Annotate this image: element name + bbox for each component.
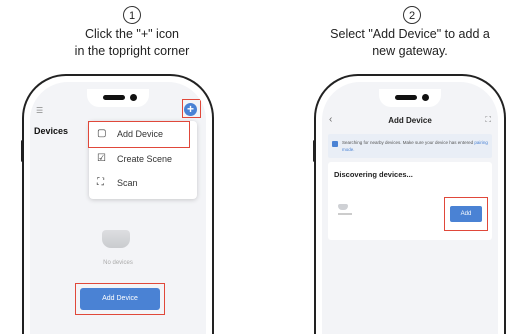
info-icon [332,141,338,147]
speaker-icon [395,95,417,100]
gateway-icon [338,204,348,210]
menu-item-scan[interactable]: ⛶ Scan [89,172,197,196]
phone-2-notch [379,89,441,107]
search-banner: Searching for nearby devices. Make sure … [328,134,492,158]
step-2-line2: new gateway. [372,44,448,58]
phone-1-screen: ☰ Devices + ▢ Add Device ☑ Create Scene … [30,82,206,334]
step-1-line2: in the topright corner [74,44,190,58]
add-menu-dropdown: ▢ Add Device ☑ Create Scene ⛶ Scan [88,121,197,199]
step-1-caption: Click the "+" icon in the topright corne… [22,26,242,60]
scan-icon[interactable]: ⛶ [485,115,491,125]
step-2-number: 2 [403,6,421,24]
discovery-card: Discovering devices... Add [328,162,492,240]
home-menu-icon[interactable]: ☰ [36,106,43,115]
camera-icon [422,94,429,101]
menu-item-label: Create Scene [117,154,173,164]
add-device-highlight [88,121,190,148]
phone-1-notch [87,89,149,107]
add-device-button-highlight [75,283,165,315]
devices-header: Devices [34,126,69,136]
scan-icon: ⛶ [97,177,104,188]
gateway-device-image [102,230,130,248]
plus-icon-highlight [182,99,201,118]
menu-item-label: Scan [117,178,138,188]
speaker-icon [103,95,125,100]
step-1-line1: Click the "+" icon [85,27,179,41]
step-2-line1: Select "Add Device" to add a [330,27,490,41]
page-title: Add Device [388,116,432,125]
camera-icon [130,94,137,101]
phone-1: ☰ Devices + ▢ Add Device ☑ Create Scene … [22,74,214,334]
device-name-placeholder [338,213,352,215]
create-scene-icon: ☑ [97,153,106,164]
step-2-caption: Select "Add Device" to add a new gateway… [290,26,528,60]
menu-item-create-scene[interactable]: ☑ Create Scene [89,148,197,172]
step-1-number: 1 [123,6,141,24]
banner-text: Searching for nearby devices. Make sure … [342,139,488,153]
banner-message: Searching for nearby devices. Make sure … [342,140,474,145]
menu-item-add-device[interactable]: ▢ Add Device [88,121,197,148]
discovering-label: Discovering devices... [334,170,413,179]
empty-state-text: No devices [103,260,133,266]
phone-2-screen: ‹ Add Device ⛶ Searching for nearby devi… [322,82,498,334]
add-button-highlight [444,197,488,231]
phone-2: ‹ Add Device ⛶ Searching for nearby devi… [314,74,506,334]
